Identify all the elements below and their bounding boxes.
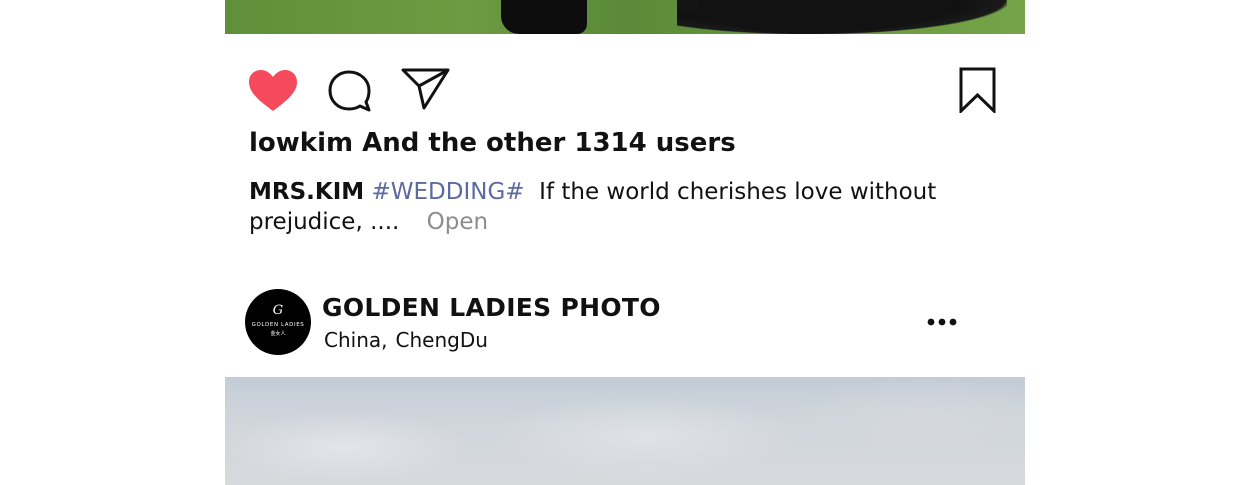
location-country: China, <box>324 328 388 352</box>
post-photo[interactable] <box>225 0 1025 34</box>
paper-plane-icon[interactable] <box>401 67 451 111</box>
avatar-monogram: G <box>272 303 284 318</box>
avatar[interactable]: G GOLDEN LADIES 金女人 <box>245 289 311 355</box>
avatar-subtitle: 金女人 <box>270 331 286 337</box>
location-city: ChengDu <box>395 328 488 352</box>
bookmark-icon[interactable] <box>958 67 998 113</box>
post-action-bar <box>225 60 1025 120</box>
more-horizontal-icon[interactable] <box>925 310 959 334</box>
caption-hashtag[interactable]: #WEDDING# <box>371 179 524 205</box>
photo-dress-right <box>677 0 1007 34</box>
caption-open-link[interactable]: Open <box>427 209 488 235</box>
next-post-photo[interactable] <box>225 377 1025 485</box>
photo-dress-left <box>501 0 587 34</box>
feed: lowkim And the other 1314 users MRS.KIM … <box>225 0 1025 485</box>
likes-count[interactable]: lowkim And the other 1314 users <box>249 128 736 158</box>
post-caption: MRS.KIM #WEDDING# If the world cherishes… <box>249 177 949 237</box>
post-location[interactable]: China, ChengDu <box>324 328 488 352</box>
heart-icon[interactable] <box>248 69 298 113</box>
comment-bubble-icon[interactable] <box>327 69 373 115</box>
caption-author[interactable]: MRS.KIM <box>249 179 364 205</box>
avatar-brand: GOLDEN LADIES <box>251 322 305 328</box>
post-header: G GOLDEN LADIES 金女人 GOLDEN LADIES PHOTO … <box>225 288 1025 358</box>
account-name[interactable]: GOLDEN LADIES PHOTO <box>322 293 661 322</box>
